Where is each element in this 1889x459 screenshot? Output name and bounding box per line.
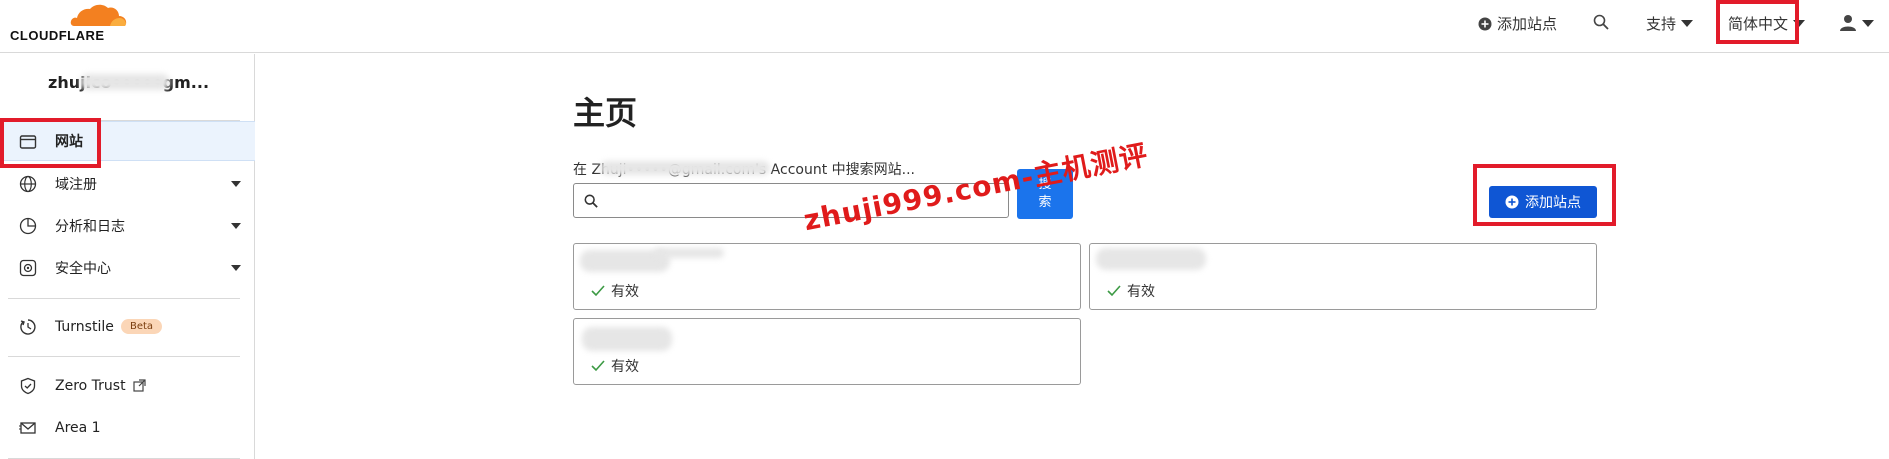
header-add-site-link[interactable]: 添加站点 (1478, 13, 1557, 34)
chevron-down-icon (231, 181, 241, 187)
divider (8, 356, 240, 357)
highlight-box-language (1716, 0, 1799, 44)
globe-icon (19, 175, 37, 193)
chevron-down-icon (231, 265, 241, 271)
sidebar-item-zero-trust[interactable]: Zero Trust (0, 366, 255, 406)
user-icon (1840, 15, 1856, 31)
logo-text: CLOUDFLARE (10, 28, 105, 43)
site-status: 有效 (1107, 281, 1155, 301)
sidebar-item-label: 安全中心 (55, 261, 111, 277)
top-bar: CLOUDFLARE 添加站点 支持 简体中文 (0, 0, 1889, 53)
header-add-site-label: 添加站点 (1497, 15, 1558, 33)
privacy-blur (1096, 248, 1206, 270)
sidebar-item-turnstile[interactable]: Turnstile Beta (0, 307, 255, 347)
cloudflare-logo[interactable]: CLOUDFLARE (10, 2, 127, 46)
divider (8, 298, 240, 299)
header-search-button[interactable] (1593, 14, 1609, 30)
site-status: 有效 (591, 356, 639, 376)
sidebar-item-label: 分析和日志 (55, 219, 125, 235)
search-icon (1593, 14, 1609, 30)
user-menu[interactable] (1839, 14, 1874, 32)
highlight-box-add-site (1473, 164, 1616, 226)
privacy-blur (80, 74, 170, 90)
site-status-label: 有效 (1127, 284, 1155, 300)
privacy-blur (600, 161, 770, 175)
check-icon (591, 285, 605, 297)
search-icon (584, 194, 598, 208)
support-label: 支持 (1646, 15, 1677, 33)
sidebar-item-domain-registration[interactable]: 域注册 (0, 164, 255, 204)
mail-icon (19, 422, 36, 434)
turnstile-icon (20, 319, 36, 335)
site-status: 有效 (591, 281, 639, 301)
cloudflare-cloud-icon (70, 4, 127, 27)
chevron-down-icon (1681, 20, 1694, 27)
plus-circle-icon (1478, 17, 1492, 30)
site-status-label: 有效 (611, 359, 639, 375)
site-status-label: 有效 (611, 284, 639, 300)
privacy-blur (654, 248, 724, 258)
highlight-box-websites (0, 118, 101, 168)
site-card[interactable]: 有效 (573, 243, 1081, 310)
support-menu[interactable]: 支持 (1646, 13, 1694, 34)
sidebar-item-analytics-logs[interactable]: 分析和日志 (0, 206, 255, 246)
sidebar-item-label: Turnstile (55, 319, 114, 335)
privacy-blur (582, 327, 672, 351)
security-center-icon (19, 259, 37, 277)
external-link-icon (133, 379, 146, 392)
sidebar: zhujico•••••gm... 网站 域注册 分析和日志 (0, 54, 255, 459)
chevron-down-icon (1862, 19, 1874, 27)
beta-badge: Beta (121, 319, 163, 334)
check-icon (591, 360, 605, 372)
check-icon (1107, 285, 1121, 297)
pie-chart-icon (19, 217, 37, 235)
site-card[interactable]: 有效 (573, 318, 1081, 385)
chevron-down-icon (231, 223, 241, 229)
sidebar-item-security-center[interactable]: 安全中心 (0, 248, 255, 288)
page-title: 主页 (573, 94, 638, 132)
zero-trust-shield-icon (20, 377, 36, 395)
sidebar-item-label: 域注册 (55, 177, 97, 193)
sidebar-item-area-1[interactable]: Area 1 (0, 408, 255, 448)
site-card[interactable]: 有效 (1089, 243, 1597, 310)
sidebar-item-label: Zero Trust (55, 378, 126, 394)
sidebar-item-label: Area 1 (55, 420, 101, 436)
